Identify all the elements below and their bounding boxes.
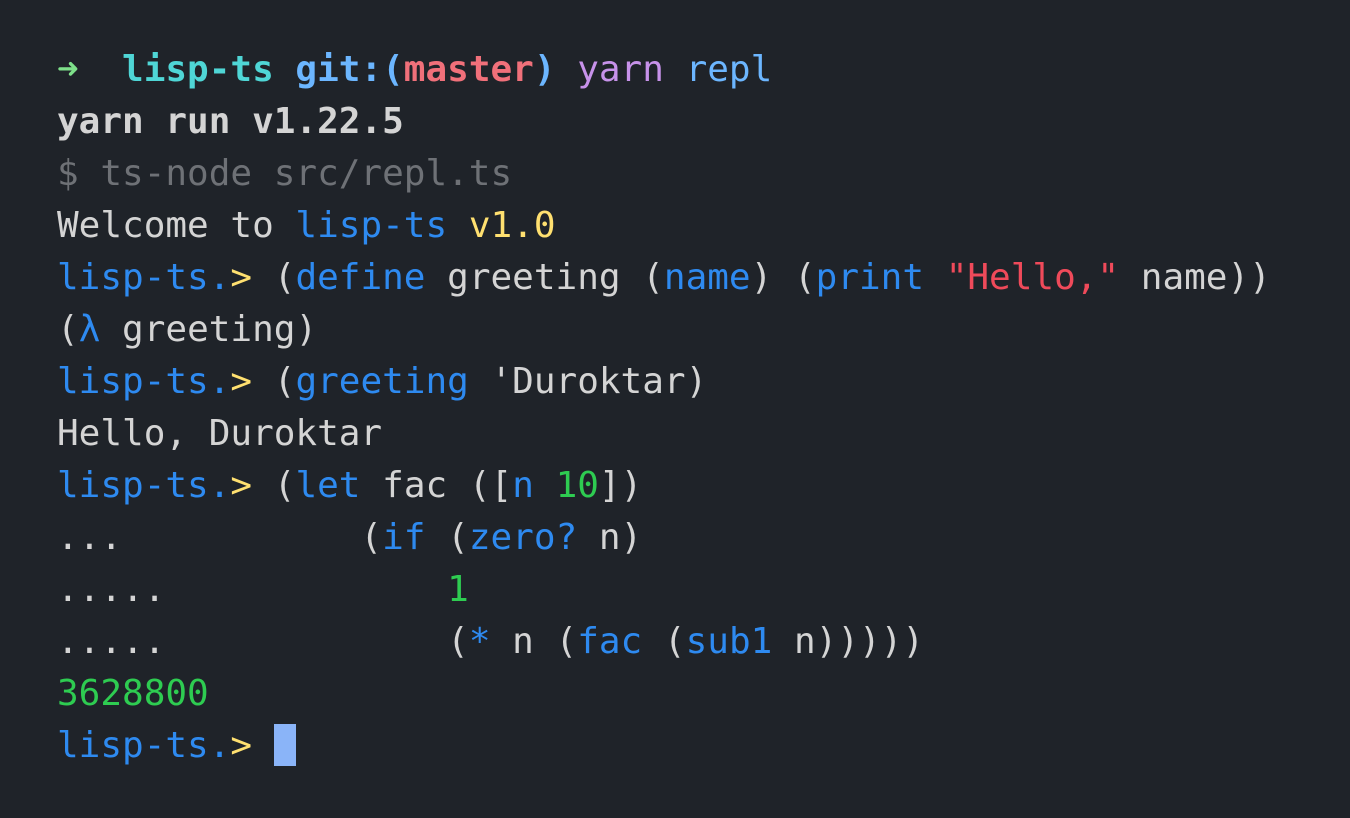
terminal-line-output: Hello, Duroktar [57, 408, 1271, 460]
terminal-text-segment: ..... ( [57, 621, 469, 662]
terminal-text-segment: > [230, 257, 274, 298]
terminal-text-segment: greeting) [100, 309, 318, 350]
terminal-text-segment: ➜ [57, 49, 123, 90]
terminal-text-segment: > [230, 465, 274, 506]
terminal-text-segment: v1.0 [447, 205, 556, 246]
terminal-line-output: Welcome to lisp-ts v1.0 [57, 200, 1271, 252]
terminal-text-segment: ( [642, 621, 686, 662]
terminal-text-segment: lisp-ts [295, 205, 448, 246]
terminal-line-continuation: ..... 1 [57, 564, 1271, 616]
terminal-text-segment: ]) [598, 465, 643, 506]
terminal-line-output: 3628800 [57, 668, 1271, 720]
terminal-line-repl-input: lisp-ts.> (define greeting (name) (print… [57, 252, 1271, 304]
terminal-text-segment: name)) [1119, 257, 1271, 298]
terminal-text-segment: 3628800 [57, 673, 209, 714]
terminal-line-output: $ ts-node src/repl.ts [57, 148, 1271, 200]
terminal-text-segment: n) [577, 517, 643, 558]
terminal-text-segment: ..... [57, 569, 448, 610]
terminal-text-segment: "Hello," [945, 257, 1120, 298]
terminal-text-segment: ( [425, 517, 469, 558]
terminal-text-segment: name [663, 257, 751, 298]
terminal-line-repl-input: lisp-ts.> (greeting 'Duroktar) [57, 356, 1271, 408]
terminal-text-segment: define [295, 257, 426, 298]
text-cursor[interactable] [273, 724, 296, 766]
terminal-text-segment: λ [78, 309, 101, 350]
terminal-text-segment: git:( [295, 49, 404, 90]
terminal-text-segment: lisp-ts. [57, 465, 231, 506]
terminal-text-segment: lisp-ts. [57, 725, 231, 766]
terminal-text-segment: master [403, 49, 534, 90]
terminal-text-segment: n))))) [772, 621, 925, 662]
terminal-line-continuation: ... (if (zero? n) [57, 512, 1271, 564]
terminal-text-segment: ( [273, 257, 296, 298]
terminal-text-segment: ) [533, 49, 578, 90]
terminal-line-output: yarn run v1.22.5 [57, 96, 1271, 148]
terminal-text-segment: fac ([ [360, 465, 513, 506]
terminal-text-segment: ( [273, 361, 296, 402]
terminal-line-repl-input: lisp-ts.> (let fac ([n 10]) [57, 460, 1271, 512]
terminal-text-segment: Welcome to [57, 205, 296, 246]
terminal-text-segment: print [815, 257, 925, 298]
terminal-line-continuation: ..... (* n (fac (sub1 n))))) [57, 616, 1271, 668]
terminal-text-segment: 'Duroktar) [468, 361, 708, 402]
terminal-text-segment: n [512, 465, 534, 506]
terminal-text-segment: yarn run v1.22.5 [57, 101, 404, 142]
terminal-text-segment: if [382, 517, 426, 558]
terminal-text-segment: Hello, Duroktar [57, 413, 383, 454]
terminal-text-segment: n ( [490, 621, 578, 662]
terminal-text-segment: fac [577, 621, 643, 662]
terminal-text-segment: yarn [577, 49, 686, 90]
terminal-text-segment: zero? [468, 517, 578, 558]
terminal-output: ➜ lisp-ts git:(master) yarn repl yarn run… [57, 44, 1271, 772]
terminal-text-segment: ) ( [750, 257, 816, 298]
terminal-text-segment: > [230, 361, 274, 402]
terminal-text-segment: ... ( [57, 517, 383, 558]
terminal-line-shell-prompt: ➜ lisp-ts git:(master) yarn repl [57, 44, 1271, 96]
terminal-line-output: (λ greeting) [57, 304, 1271, 356]
terminal-text-segment: lisp-ts. [57, 361, 231, 402]
terminal-text-segment: * [468, 621, 491, 662]
terminal-text-segment: let [295, 465, 361, 506]
terminal-text-segment: lisp-ts. [57, 257, 231, 298]
terminal-text-segment: lisp-ts [122, 49, 296, 90]
terminal-text-segment: $ ts-node src/repl.ts [57, 153, 513, 194]
terminal-text-segment: greeting [295, 361, 469, 402]
terminal-text-segment: > [230, 725, 274, 766]
terminal-text-segment: 10 [555, 465, 599, 506]
terminal-window[interactable]: ➜ lisp-ts git:(master) yarn repl yarn run… [0, 0, 1350, 818]
terminal-text-segment: ( [57, 309, 79, 350]
terminal-text-segment: ( [273, 465, 296, 506]
terminal-text-segment: sub1 [685, 621, 773, 662]
terminal-text-segment: 1 [447, 569, 469, 610]
terminal-text-segment: greeting ( [425, 257, 664, 298]
terminal-text-segment: repl [685, 49, 773, 90]
terminal-line-repl-prompt-active: lisp-ts.> [57, 720, 1271, 772]
